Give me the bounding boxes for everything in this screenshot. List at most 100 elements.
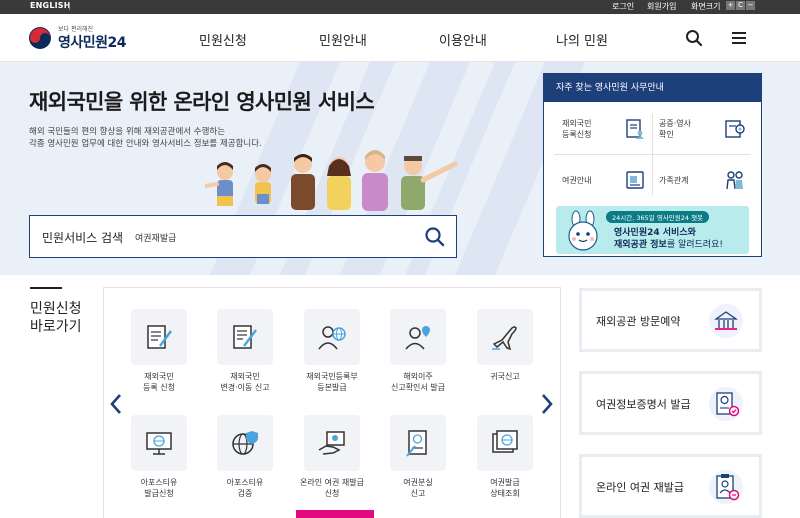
- english-link[interactable]: ENGLISH: [30, 1, 71, 10]
- nav-my-requests[interactable]: 나의 민원: [556, 30, 608, 49]
- quick-links-title: 민원신청 바로가기: [30, 300, 82, 336]
- service-label: 재외국민등록 신청: [114, 371, 204, 393]
- service-tile-emigration[interactable]: [390, 309, 446, 365]
- hero-description-line2: 각종 영사민원 업무에 대한 안내와 영사서비스 정보를 제공합니다.: [29, 139, 262, 149]
- service-label-line2: 신고: [410, 489, 426, 498]
- service-tile-apostille-verify[interactable]: [217, 415, 273, 471]
- service-tile-registry-copy[interactable]: [304, 309, 360, 365]
- menu-icon[interactable]: [729, 28, 749, 48]
- panel-item-label: 재외국민: [562, 119, 592, 128]
- service-tile-return-report[interactable]: [477, 309, 533, 365]
- panel-item-notary[interactable]: 공증·영사 확인: [659, 118, 691, 140]
- service-label-line1: 여권분실: [403, 478, 433, 487]
- chatbot-line2: 재외공관 정보를 알려드려요!: [614, 237, 723, 250]
- person-location-icon: [405, 326, 430, 350]
- service-label-line1: 재외국민: [230, 372, 260, 381]
- panel-item-label: 확인: [659, 130, 674, 139]
- service-label: 귀국신고: [460, 371, 550, 382]
- service-label-line1: 온라인 여권 재발급: [300, 478, 364, 487]
- zoom-label: 화면크기: [691, 2, 721, 11]
- panel-item-label: 공증·영사: [659, 119, 691, 128]
- service-label: 여권분실신고: [373, 477, 463, 499]
- service-label-line1: 아포스티유: [226, 478, 264, 487]
- panel-item-registration[interactable]: 재외국민 등록신청: [562, 118, 591, 140]
- service-label: 온라인 여권 재발급신청: [287, 477, 377, 499]
- zoom-out-button[interactable]: −: [746, 1, 755, 10]
- nav-usage[interactable]: 이용안내: [439, 30, 487, 49]
- service-label: 해외이주신고확인서 발급: [373, 371, 463, 393]
- search-input[interactable]: [135, 228, 405, 246]
- card-label: 여권정보증명서 발급: [596, 398, 691, 411]
- service-label-line2: 검증: [237, 489, 253, 498]
- service-tile-registration[interactable]: [131, 309, 187, 365]
- panel-title: 자주 찾는 영사민원 사무안내: [544, 74, 761, 102]
- highlight-bar: [296, 510, 374, 518]
- service-label-line1: 재외국민: [144, 372, 174, 381]
- document-person-icon: [626, 119, 644, 139]
- logo-name: 영사민원24: [58, 35, 127, 51]
- passport-certificate-icon: [709, 387, 743, 421]
- airplane-icon: [492, 326, 517, 351]
- service-label-line1: 귀국신고: [490, 372, 520, 381]
- service-label-line2: 등본발급: [317, 383, 347, 392]
- divider: [30, 287, 62, 289]
- frequent-services-panel: 자주 찾는 영사민원 사무안내 재외국민 등록신청 공증·영사 확인 여권안내 …: [543, 73, 762, 257]
- service-search-box: 민원서비스 검색: [29, 215, 457, 258]
- card-passport-certificate[interactable]: 여권정보증명서 발급: [579, 371, 762, 435]
- service-label-line2: 신고확인서 발급: [390, 383, 446, 392]
- hero-title: 재외국민을 위한 온라인 영사민원 서비스: [29, 90, 375, 114]
- clipboard-person-icon: [709, 470, 743, 504]
- service-tile-apostille-apply[interactable]: [131, 415, 187, 471]
- passport-icon: [626, 171, 644, 189]
- zoom-in-button[interactable]: +: [726, 1, 735, 10]
- zoom-reset-button[interactable]: C: [736, 1, 745, 10]
- panel-item-passport[interactable]: 여권안내: [562, 175, 591, 186]
- service-label-line1: 재외국민등록부: [306, 372, 358, 381]
- card-label: 온라인 여권 재발급: [596, 481, 684, 494]
- chatbot-banner[interactable]: 24시간, 365일 영사민원24 챗봇 영사민원24 서비스와 재외공관 정보…: [556, 206, 749, 254]
- panel-item-family[interactable]: 가족관계: [659, 175, 688, 186]
- signup-link[interactable]: 회원가입: [647, 1, 676, 12]
- chevron-left-icon[interactable]: [109, 393, 123, 415]
- hand-card-icon: [318, 431, 345, 455]
- service-tile-passport-lost[interactable]: [390, 415, 446, 471]
- service-tile-online-passport[interactable]: [304, 415, 360, 471]
- edit-document-icon: [233, 325, 257, 349]
- chatbot-pill: 24시간, 365일 영사민원24 챗봇: [606, 211, 710, 223]
- search-icon[interactable]: [424, 226, 446, 248]
- login-link[interactable]: 로그인: [612, 1, 634, 12]
- quick-title-line2: 바로가기: [30, 319, 82, 335]
- family-illustration: [205, 150, 458, 211]
- divider: [652, 114, 653, 196]
- card-embassy-reservation[interactable]: 재외공관 방문예약: [579, 288, 762, 352]
- person-globe-icon: [318, 326, 346, 350]
- embassy-icon: [709, 304, 743, 338]
- panel-item-label: 여권안내: [562, 176, 592, 185]
- site-header: 보다 편리해진 영사민원24 민원신청 민원안내 이용안내 나의 민원: [0, 14, 800, 62]
- service-tile-passport-status[interactable]: [477, 415, 533, 471]
- chatbot-line2-bold: 재외공관 정보: [614, 240, 667, 250]
- nav-guide[interactable]: 민원안내: [319, 30, 367, 49]
- chatbot-line2-rest: 를 알려드려요!: [666, 240, 723, 250]
- chatbot-mascot-icon: [568, 210, 598, 251]
- search-label: 민원서비스 검색: [42, 231, 124, 245]
- chevron-right-icon[interactable]: [540, 393, 554, 415]
- nav-apply[interactable]: 민원신청: [199, 30, 247, 49]
- pen-document-icon: [147, 325, 172, 349]
- certificate-icon: [725, 120, 745, 138]
- service-label: 아포스티유 발급신청: [114, 477, 204, 499]
- service-label-line2: 발급신청: [144, 489, 174, 498]
- hero-description-line1: 해외 국민들의 편의 향상을 위해 재외공관에서 수행하는: [29, 127, 226, 137]
- service-label: 재외국민등록부등본발급: [287, 371, 377, 393]
- divider: |: [68, 1, 71, 10]
- service-label-line2: 신청: [324, 489, 340, 498]
- service-label-line1: 여권발급: [490, 478, 520, 487]
- search-icon[interactable]: [684, 28, 704, 48]
- card-label: 재외공관 방문예약: [596, 315, 681, 328]
- service-label-line2: 등록 신청: [143, 383, 175, 392]
- service-label-line2: 상태조회: [490, 489, 520, 498]
- service-label-line1: 해외이주: [403, 372, 433, 381]
- taegeuk-logo-icon: [29, 27, 51, 49]
- card-online-passport-reissue[interactable]: 온라인 여권 재발급: [579, 454, 762, 518]
- service-tile-change-report[interactable]: [217, 309, 273, 365]
